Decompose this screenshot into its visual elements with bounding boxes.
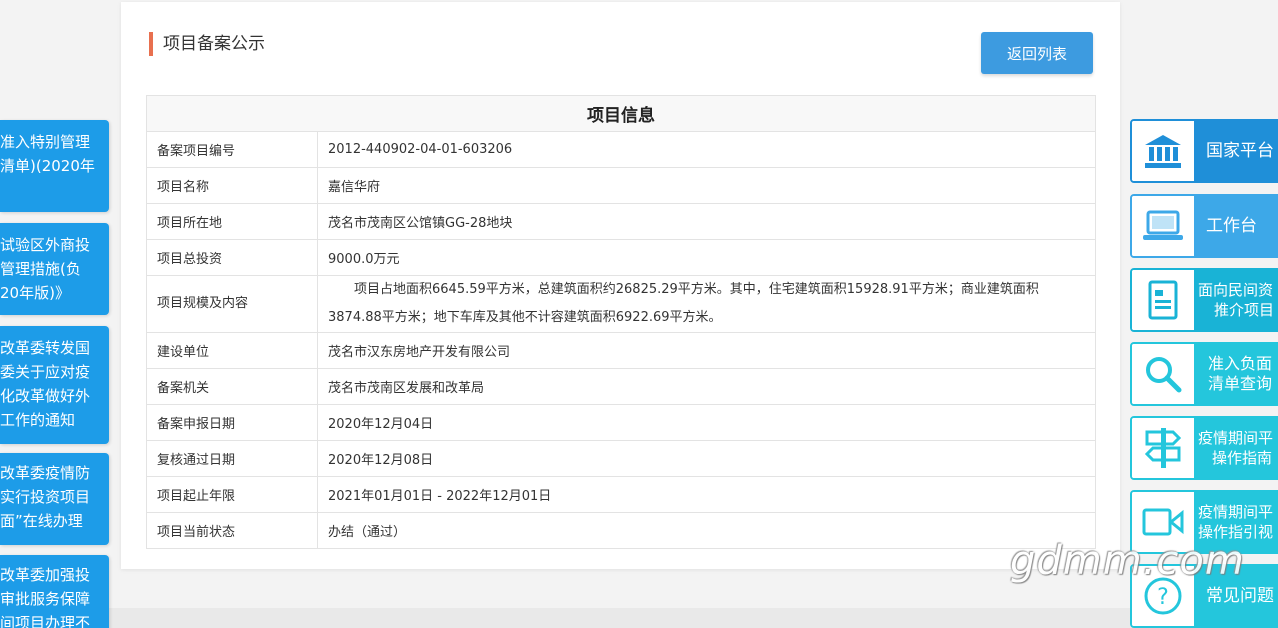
notice-item[interactable]: 改革委疫情防 实行投资项目 面”在线办理 xyxy=(0,453,109,545)
row-value: 茂名市茂南区公馆镇GG-28地块 xyxy=(317,203,1096,240)
table-row: 项目起止年限 2021年01月01日 - 2022年12月01日 xyxy=(146,476,1096,513)
table-row: 备案机关 茂名市茂南区发展和改革局 xyxy=(146,368,1096,405)
row-label: 备案申报日期 xyxy=(146,404,318,441)
nav-label: 疫情期间平操作指南 xyxy=(1194,418,1278,478)
notice-item[interactable]: 改革委加强投 审批服务保障 间项目办理不 xyxy=(0,555,109,628)
project-info-table: 项目信息 备案项目编号 2012-440902-04-01-603206 项目名… xyxy=(146,95,1096,549)
row-label: 项目起止年限 xyxy=(146,476,318,513)
notice-item[interactable]: 试验区外商投 管理措施(负 20年版)》 xyxy=(0,223,109,315)
row-label: 项目所在地 xyxy=(146,203,318,240)
table-row: 项目规模及内容 项目占地面积6645.59平方米，总建筑面积约26825.29平… xyxy=(146,275,1096,333)
site-watermark: gdmm.com xyxy=(1010,538,1245,584)
nav-label-line: 面向民间资 xyxy=(1198,281,1274,299)
nav-private-capital-projects[interactable]: 面向民间资推介项目 xyxy=(1130,268,1278,332)
row-value: 2020年12月08日 xyxy=(317,440,1096,477)
nav-label: 国家平台 xyxy=(1194,121,1278,181)
nav-negative-list-query[interactable]: 准入负面 清单查询 xyxy=(1130,342,1278,406)
nav-label: 准入负面 清单查询 xyxy=(1194,344,1278,404)
project-record-panel: 项目备案公示 返回列表 项目信息 备案项目编号 2012-440902-04-0… xyxy=(121,2,1120,569)
notice-line: 审批服务保障 xyxy=(0,590,91,608)
notice-line: 改革委加强投 xyxy=(0,566,91,584)
row-label: 项目规模及内容 xyxy=(146,275,318,333)
row-label: 备案机关 xyxy=(146,368,318,405)
nav-national-platform[interactable]: 国家平台 xyxy=(1130,119,1278,183)
search-icon xyxy=(1132,344,1194,404)
row-value: 2021年01月01日 - 2022年12月01日 xyxy=(317,476,1096,513)
row-label: 建设单位 xyxy=(146,332,318,369)
nav-label-line: 操作指南 xyxy=(1212,449,1273,467)
notice-line: 化改革做好外 xyxy=(0,387,91,405)
notice-line: 20年版)》 xyxy=(0,284,70,302)
nav-epidemic-guide[interactable]: 疫情期间平操作指南 xyxy=(1130,416,1278,480)
panel-title: 项目备案公示 xyxy=(149,32,265,56)
row-value: 茂名市汉东房地产开发有限公司 xyxy=(317,332,1096,369)
row-label: 项目总投资 xyxy=(146,239,318,276)
row-value: 嘉信华府 xyxy=(317,167,1096,204)
notice-line: 工作的通知 xyxy=(0,411,76,429)
notice-line: 实行投资项目 xyxy=(0,488,91,506)
row-value: 2020年12月04日 xyxy=(317,404,1096,441)
svg-text:?: ? xyxy=(1157,585,1169,610)
notice-line: 面”在线办理 xyxy=(0,512,83,530)
row-value: 2012-440902-04-01-603206 xyxy=(317,131,1096,168)
page-footer-band xyxy=(0,608,1278,628)
back-to-list-button[interactable]: 返回列表 xyxy=(981,32,1093,74)
nav-label: 面向民间资推介项目 xyxy=(1194,270,1278,330)
table-row: 备案申报日期 2020年12月04日 xyxy=(146,404,1096,441)
notice-line: 改革委疫情防 xyxy=(0,464,91,482)
nav-label-line: 疫情期间平 xyxy=(1198,429,1274,447)
notice-line: 改革委转发国 xyxy=(0,339,91,357)
notice-line: 管理措施(负 xyxy=(0,260,81,278)
nav-workbench[interactable]: 工作台 xyxy=(1130,194,1278,258)
nav-label-line: 推介项目 xyxy=(1214,301,1275,319)
table-row: 项目总投资 9000.0万元 xyxy=(146,239,1096,276)
table-row: 项目名称 嘉信华府 xyxy=(146,167,1096,204)
table-row: 建设单位 茂名市汉东房地产开发有限公司 xyxy=(146,332,1096,369)
table-row: 项目当前状态 办结（通过） xyxy=(146,512,1096,549)
table-title: 项目信息 xyxy=(146,95,1096,132)
row-value-line: 项目占地面积6645.59平方米，总建筑面积约26825.29平方米。其中，住宅… xyxy=(354,282,1039,297)
document-icon xyxy=(1132,270,1194,330)
notice-item[interactable]: 准入特别管理 清单)(2020年 xyxy=(0,120,109,212)
row-label: 项目名称 xyxy=(146,167,318,204)
notice-line: 准入特别管理 xyxy=(0,133,91,151)
row-value: 办结（通过） xyxy=(317,512,1096,549)
row-value-line: 3874.88平方米；地下车库及其他不计容建筑面积6922.69平方米。 xyxy=(328,310,722,325)
notice-line: 清单)(2020年 xyxy=(0,157,95,175)
nav-label: 工作台 xyxy=(1194,196,1278,256)
signpost-icon xyxy=(1132,418,1194,478)
row-value: 茂名市茂南区发展和改革局 xyxy=(317,368,1096,405)
table-row: 备案项目编号 2012-440902-04-01-603206 xyxy=(146,131,1096,168)
row-label: 备案项目编号 xyxy=(146,131,318,168)
notice-line: 间项目办理不 xyxy=(0,614,91,628)
table-header-row: 项目信息 xyxy=(146,95,1096,132)
row-label: 项目当前状态 xyxy=(146,512,318,549)
notice-line: 委关于应对疫 xyxy=(0,363,91,381)
row-value: 9000.0万元 xyxy=(317,239,1096,276)
nav-label-line: 疫情期间平 xyxy=(1198,503,1274,521)
row-value-multiline: 项目占地面积6645.59平方米，总建筑面积约26825.29平方米。其中，住宅… xyxy=(317,275,1096,333)
nav-label-line: 清单查询 xyxy=(1208,374,1273,393)
building-icon xyxy=(1132,121,1194,181)
row-label: 复核通过日期 xyxy=(146,440,318,477)
nav-label-line: 准入负面 xyxy=(1208,354,1273,373)
notice-line: 试验区外商投 xyxy=(0,236,91,254)
table-row: 项目所在地 茂名市茂南区公馆镇GG-28地块 xyxy=(146,203,1096,240)
table-row: 复核通过日期 2020年12月08日 xyxy=(146,440,1096,477)
notice-item[interactable]: 改革委转发国 委关于应对疫 化改革做好外 工作的通知 xyxy=(0,326,109,444)
laptop-icon xyxy=(1132,196,1194,256)
